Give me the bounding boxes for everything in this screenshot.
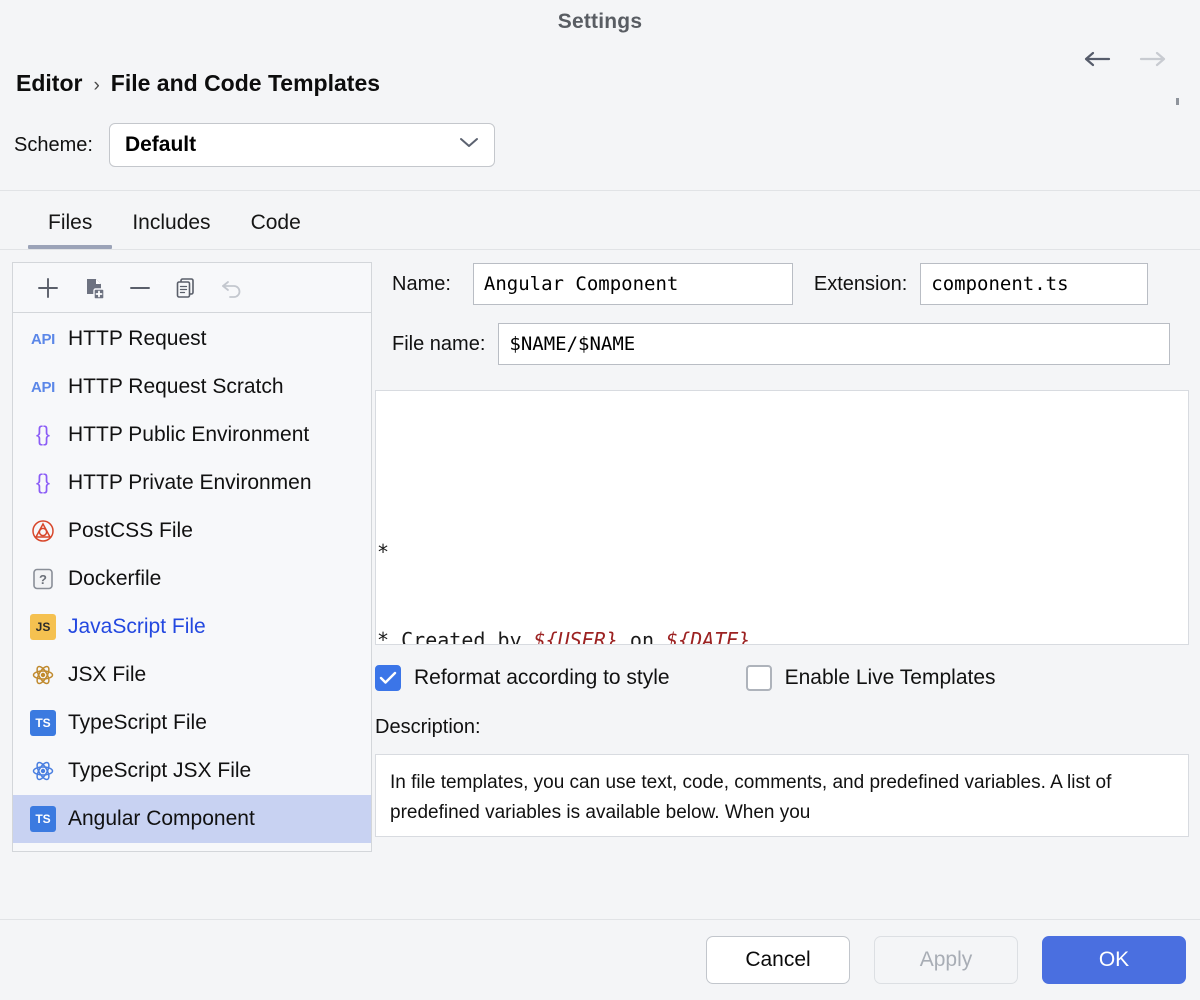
template-detail-panel: Name: Angular Component Extension: compo… [372,262,1200,860]
plus-icon[interactable] [31,271,65,305]
json-brace-icon: {} [30,470,56,496]
search-caret-mark [1176,98,1179,105]
navigation-arrows [1082,44,1168,74]
extension-label: Extension: [814,273,907,296]
ok-button[interactable]: OK [1042,936,1186,984]
list-item[interactable]: API HTTP Request [13,315,371,363]
scheme-selected-value: Default [125,133,196,157]
list-item[interactable]: JSX File [13,651,371,699]
tab-includes[interactable]: Includes [112,211,230,249]
arrow-right-icon [1138,44,1168,74]
list-item[interactable]: ? Dockerfile [13,555,371,603]
tab-bar: Files Includes Code [0,191,1200,249]
reformat-label: Reformat according to style [414,666,670,690]
code-variable-user: ${USER} [534,628,618,645]
breadcrumb-parent[interactable]: Editor [16,70,82,97]
list-item-selected[interactable]: TS Angular Component [13,795,371,843]
list-item[interactable]: TS TypeScript File [13,699,371,747]
template-list-toolbar [13,263,371,313]
name-row: Name: Angular Component Extension: compo… [392,262,1200,306]
svg-text:?: ? [39,572,47,587]
chevron-down-icon [458,136,480,154]
apply-button: Apply [874,936,1018,984]
cancel-button[interactable]: Cancel [706,936,850,984]
list-item-label: JSX File [68,663,146,687]
api-icon: API [30,326,56,352]
list-item-label: Dockerfile [68,567,161,591]
list-item[interactable]: JS JavaScript File [13,603,371,651]
options-row: Reformat according to style Enable Live … [375,665,996,691]
breadcrumb: Editor › File and Code Templates [16,70,1200,97]
list-item-label: Angular Component [68,807,255,831]
scheme-label: Scheme: [14,134,93,157]
list-item-label: HTTP Public Environment [68,423,309,447]
list-item-label: HTTP Request [68,327,207,351]
minus-icon[interactable] [123,271,157,305]
file-add-icon[interactable] [77,271,111,305]
postcss-icon [30,518,56,544]
template-code-editor[interactable]: /* * Created by ${USER} on ${DATE} */ im… [375,390,1189,645]
window-titlebar: Settings [0,0,1200,44]
breadcrumb-separator-icon: › [93,75,99,97]
api-icon: API [30,374,56,400]
json-brace-icon: {} [30,422,56,448]
window-title: Settings [558,10,642,34]
filename-input[interactable]: $NAME/$NAME [498,323,1170,365]
description-label: Description: [375,716,481,739]
description-box: In file templates, you can use text, cod… [375,754,1189,837]
js-icon: JS [30,614,56,640]
list-item[interactable]: TypeScript JSX File [13,747,371,795]
code-variable-date: ${DATE} [666,628,750,645]
template-file-list[interactable]: API HTTP Request API HTTP Request Scratc… [13,313,371,851]
list-item-label: PostCSS File [68,519,193,543]
ts-icon: TS [30,806,56,832]
template-list-panel: API HTTP Request API HTTP Request Scratc… [12,262,372,852]
list-item-label: TypeScript File [68,711,207,735]
scheme-select[interactable]: Default [109,123,495,167]
code-line-2-mid: on [618,628,666,645]
extension-input[interactable]: component.ts [920,263,1148,305]
checkbox-reformat[interactable] [375,665,401,691]
react-icon [30,758,56,784]
code-line-1: /* [375,540,389,564]
list-item-label: HTTP Request Scratch [68,375,284,399]
name-input[interactable]: Angular Component [473,263,793,305]
live-templates-checkbox-group[interactable]: Enable Live Templates [746,665,996,691]
filename-label: File name: [392,333,485,356]
unknown-file-icon: ? [30,566,56,592]
tab-files[interactable]: Files [28,211,112,249]
undo-arrow-icon [215,271,249,305]
copy-icon[interactable] [169,271,203,305]
filename-row: File name: $NAME/$NAME [392,322,1200,366]
list-item[interactable]: {} HTTP Private Environmen [13,459,371,507]
dialog-button-bar: Cancel Apply OK [0,920,1200,1000]
ts-icon: TS [30,710,56,736]
breadcrumb-current: File and Code Templates [111,70,380,97]
react-icon [30,662,56,688]
checkbox-live-templates[interactable] [746,665,772,691]
arrow-left-icon[interactable] [1082,44,1112,74]
list-item-label: JavaScript File [68,615,206,639]
code-line-2-pre: * Created by [375,628,534,645]
content-area: API HTTP Request API HTTP Request Scratc… [0,250,1200,860]
list-item[interactable]: PostCSS File [13,507,371,555]
reformat-checkbox-group[interactable]: Reformat according to style [375,665,670,691]
live-templates-label: Enable Live Templates [785,666,996,690]
tab-code[interactable]: Code [231,211,321,249]
scheme-row: Scheme: Default [14,123,1200,167]
list-item-label: HTTP Private Environmen [68,471,312,495]
list-item[interactable]: {} HTTP Public Environment [13,411,371,459]
list-item[interactable]: API HTTP Request Scratch [13,363,371,411]
list-item-label: TypeScript JSX File [68,759,251,783]
name-label: Name: [392,273,451,296]
